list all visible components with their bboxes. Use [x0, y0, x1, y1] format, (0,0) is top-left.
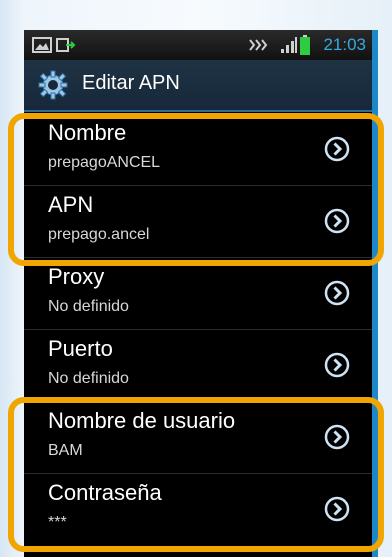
app-bar: Editar APN: [24, 60, 372, 112]
field-proxy[interactable]: Proxy No definido: [24, 258, 372, 328]
highlight-box-bottom: [8, 397, 384, 552]
chevron-right-circle-icon[interactable]: [324, 280, 350, 306]
page-title: Editar APN: [82, 72, 180, 94]
chevron-right-circle-icon[interactable]: [324, 352, 350, 378]
battery-icon: [300, 35, 310, 55]
status-bar: 21:03: [24, 30, 372, 60]
gallery-icon: [32, 37, 52, 53]
highlight-box-top: [8, 113, 384, 266]
signal-icon: [281, 37, 297, 53]
field-label: Puerto: [48, 336, 113, 361]
field-value: No definido: [48, 370, 129, 387]
usb-icon: [56, 38, 76, 52]
field-label: Proxy: [48, 264, 105, 289]
status-time: 21:03: [323, 35, 366, 54]
field-puerto[interactable]: Puerto No definido: [24, 330, 372, 400]
field-value: No definido: [48, 298, 129, 315]
gear-icon: [38, 70, 68, 100]
vibrate-icon: [249, 39, 268, 51]
